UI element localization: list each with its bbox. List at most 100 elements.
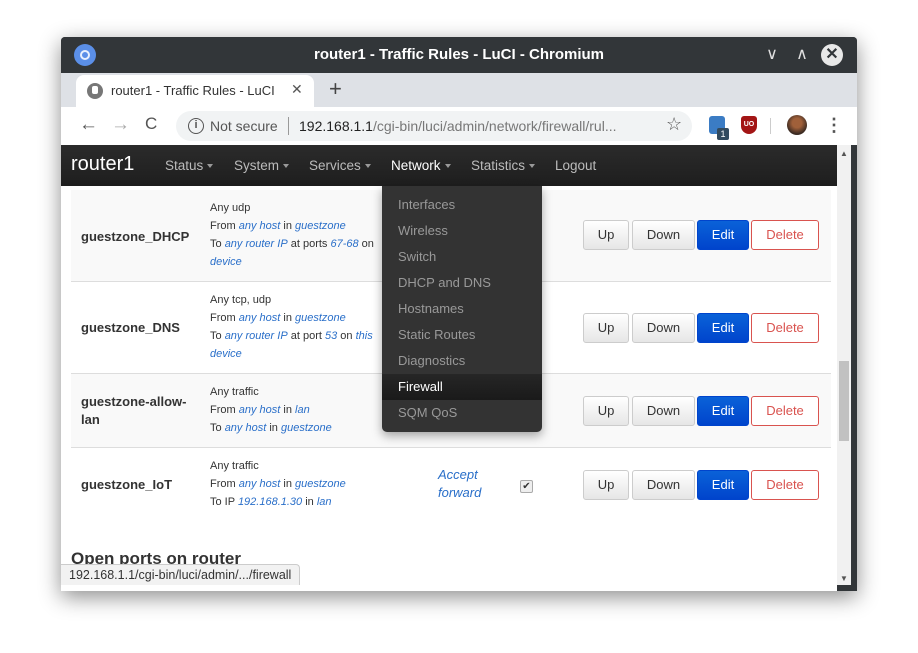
edit-button[interactable]: Edit [697, 313, 749, 343]
down-button[interactable]: Down [632, 396, 695, 426]
to-port-link: 67-68 [330, 238, 359, 250]
page-scrollbar[interactable]: ▲ ▼ [837, 145, 851, 585]
from-host-link: any host [238, 220, 281, 232]
rule-to: To any router IP at port 53 on this [210, 327, 373, 345]
text: To [210, 238, 225, 250]
up-button[interactable]: Up [583, 220, 629, 250]
down-button[interactable]: Down [632, 220, 695, 250]
router-brand[interactable]: router1 [71, 153, 134, 176]
nav-status[interactable]: Status [165, 158, 214, 173]
enable-checkbox[interactable]: ✔ [520, 480, 533, 493]
nav-services[interactable]: Services [309, 158, 371, 173]
url-text[interactable]: 192.168.1.1/cgi-bin/luci/admin/network/f… [299, 118, 617, 134]
menu-item-dhcp-dns[interactable]: DHCP and DNS [382, 270, 542, 296]
down-button[interactable]: Down [632, 470, 695, 500]
menu-item-hostnames[interactable]: Hostnames [382, 296, 542, 322]
scroll-thumb[interactable] [839, 361, 849, 441]
rule-from: From any host in lan [210, 401, 332, 419]
rule-from: From any host in guestzone [210, 217, 374, 235]
text: on [337, 330, 356, 342]
from-zone-link: guestzone [295, 220, 346, 232]
rule-to: To IP 192.168.1.30 in lan [210, 493, 346, 511]
nav-system-label: System [234, 158, 280, 173]
edit-button[interactable]: Edit [697, 220, 749, 250]
browser-tab[interactable]: router1 - Traffic Rules - LuCI ✕ [76, 75, 314, 107]
delete-button[interactable]: Delete [751, 220, 819, 250]
luci-favicon-icon [87, 83, 103, 99]
to-this-link: this [355, 330, 373, 342]
menu-item-sqm-qos[interactable]: SQM QoS [382, 400, 542, 426]
scroll-down-icon[interactable]: ▼ [840, 574, 848, 583]
ublock-extension-icon[interactable]: UO [741, 116, 757, 134]
text: in [280, 312, 296, 324]
menu-item-static-routes[interactable]: Static Routes [382, 322, 542, 348]
edit-button[interactable]: Edit [697, 470, 749, 500]
nav-logout[interactable]: Logout [555, 158, 596, 173]
profile-avatar[interactable] [787, 115, 807, 135]
text: in [266, 422, 281, 434]
url-host: 192.168.1.1 [299, 118, 373, 134]
to-device-link: device [210, 256, 242, 268]
tab-title: router1 - Traffic Rules - LuCI [111, 83, 275, 98]
nav-network[interactable]: Network [391, 158, 451, 173]
luci-navbar: router1 Status System Services Network S… [61, 145, 837, 186]
maximize-icon[interactable]: ∧ [791, 44, 813, 66]
from-zone-link: guestzone [295, 478, 346, 490]
page-viewport: router1 Status System Services Network S… [61, 145, 837, 591]
bookmark-star-icon[interactable]: ☆ [666, 114, 682, 135]
edit-button[interactable]: Edit [697, 396, 749, 426]
caret-down-icon [444, 164, 451, 169]
text: To [210, 422, 225, 434]
title-bar: router1 - Traffic Rules - LuCI - Chromiu… [61, 37, 857, 73]
delete-button[interactable]: Delete [751, 396, 819, 426]
reload-icon[interactable]: C [145, 114, 157, 134]
text: From [210, 478, 239, 490]
text: To [210, 330, 225, 342]
down-button[interactable]: Down [632, 313, 695, 343]
menu-item-switch[interactable]: Switch [382, 244, 542, 270]
nav-system[interactable]: System [234, 158, 290, 173]
rule-protocol: Any traffic [210, 460, 259, 472]
url-path: /cgi-bin/luci/admin/network/firewall/rul… [372, 118, 617, 134]
text: at ports [287, 238, 331, 250]
caret-down-icon [529, 164, 536, 169]
menu-item-interfaces[interactable]: Interfaces [382, 192, 542, 218]
rule-from: From any host in guestzone [210, 475, 346, 493]
caret-down-icon [364, 164, 371, 169]
from-host-link: any host [238, 478, 281, 490]
address-bar[interactable]: i Not secure 192.168.1.1/cgi-bin/luci/ad… [176, 111, 692, 141]
to-zone-link: guestzone [280, 422, 332, 434]
browser-menu-icon[interactable]: ⋮ [825, 115, 843, 136]
up-button[interactable]: Up [583, 470, 629, 500]
info-icon[interactable]: i [188, 118, 204, 134]
table-row: guestzone_IoT Any traffic From any host … [71, 447, 831, 527]
nav-status-label: Status [165, 158, 204, 173]
minimize-icon[interactable]: ∨ [761, 44, 783, 66]
delete-button[interactable]: Delete [751, 313, 819, 343]
caret-down-icon [207, 164, 214, 169]
up-button[interactable]: Up [583, 396, 629, 426]
menu-item-firewall[interactable]: Firewall [382, 374, 542, 400]
back-icon[interactable]: ← [79, 114, 98, 136]
new-tab-button[interactable]: + [329, 76, 342, 102]
text: To IP [210, 496, 238, 508]
rule-match: Any traffic From any host in guestzone T… [210, 457, 346, 511]
to-host-link: any host [224, 422, 267, 434]
from-host-link: any host [238, 404, 281, 416]
delete-button[interactable]: Delete [751, 470, 819, 500]
close-window-icon[interactable]: ✕ [821, 44, 843, 66]
nav-statistics[interactable]: Statistics [471, 158, 536, 173]
from-zone-link: guestzone [295, 312, 346, 324]
menu-item-wireless[interactable]: Wireless [382, 218, 542, 244]
forward-icon[interactable]: → [111, 114, 130, 136]
tab-close-icon[interactable]: ✕ [291, 81, 303, 98]
to-zone-link: lan [316, 496, 332, 508]
extension-badge: 1 [717, 128, 729, 140]
up-button[interactable]: Up [583, 313, 629, 343]
rule-match: Any traffic From any host in lan To any … [210, 383, 332, 437]
scroll-up-icon[interactable]: ▲ [840, 149, 848, 158]
rule-protocol: Any udp [210, 202, 251, 214]
text: From [210, 220, 239, 232]
text: in [280, 404, 296, 416]
menu-item-diagnostics[interactable]: Diagnostics [382, 348, 542, 374]
